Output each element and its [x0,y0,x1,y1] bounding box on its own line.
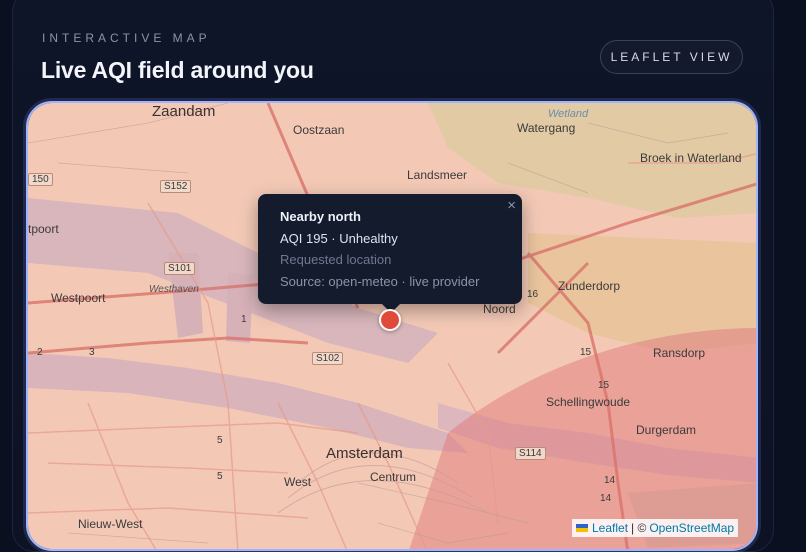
place-westhaven: Westhaven [149,284,199,295]
place-wetland: Wetland [548,108,589,120]
road-number: 15 [580,347,592,358]
road-number: 1 [241,314,247,325]
place-oostzaan: Oostzaan [293,123,345,137]
location-marker-icon[interactable] [379,309,401,331]
place-ransdorp: Ransdorp [653,346,706,360]
road-number: 15 [598,380,610,391]
openstreetmap-link[interactable]: OpenStreetMap [649,521,734,535]
popup-title: Nearby north [280,209,361,224]
place-tpoort: tpoort [28,222,59,236]
map-attribution: Leaflet | © OpenStreetMap [572,519,739,537]
place-landsmeer: Landsmeer [407,168,468,182]
road-number: 3 [89,347,95,358]
place-noord: Noord [483,302,516,316]
leaflet-link[interactable]: Leaflet [592,521,628,535]
ukraine-flag-icon [576,524,588,532]
place-broek-in-waterland: Broek in Waterland [640,151,742,165]
place-centrum: Centrum [370,470,417,484]
aqi-popup: × Nearby north AQI 195 · Unhealthy Reque… [258,194,522,313]
road-number: 5 [217,435,223,446]
leaflet-view-button[interactable]: LEAFLET VIEW [600,40,743,74]
popup-source: Source: open-meteo · live provider [280,274,480,289]
road-shield-150: 150 [28,173,53,186]
place-zaandam: Zaandam [152,103,216,120]
road-shield-s152: S152 [160,180,192,193]
place-schellingwoude: Schellingwoude [546,395,631,409]
popup-aqi-value: AQI 195 · Unhealthy [280,231,398,246]
road-number: 5 [217,471,223,482]
place-amsterdam: Amsterdam [326,445,403,462]
map-view[interactable]: Zaandam Oostzaan Landsmeer Watergang Wet… [26,101,758,551]
place-west: West [284,475,312,489]
section-eyebrow: INTERACTIVE MAP [42,31,211,45]
popup-location: Requested location [280,252,392,267]
place-zunderdorp: Zunderdorp [558,279,621,293]
place-westpoort: Westpoort [51,291,106,305]
road-shield-s101: S101 [164,262,196,275]
place-nieuw-west: Nieuw-West [78,517,143,531]
road-number: 14 [604,475,616,486]
page-title: Live AQI field around you [41,57,314,83]
road-shield-s102: S102 [312,352,344,365]
place-durgerdam: Durgerdam [636,423,697,437]
attribution-separator: | © [631,521,647,535]
road-number: 2 [37,347,43,358]
road-number: 16 [527,289,539,300]
road-number: 14 [600,493,612,504]
close-icon[interactable]: × [507,197,516,214]
road-shield-s114: S114 [515,447,546,460]
place-watergang: Watergang [517,121,576,135]
